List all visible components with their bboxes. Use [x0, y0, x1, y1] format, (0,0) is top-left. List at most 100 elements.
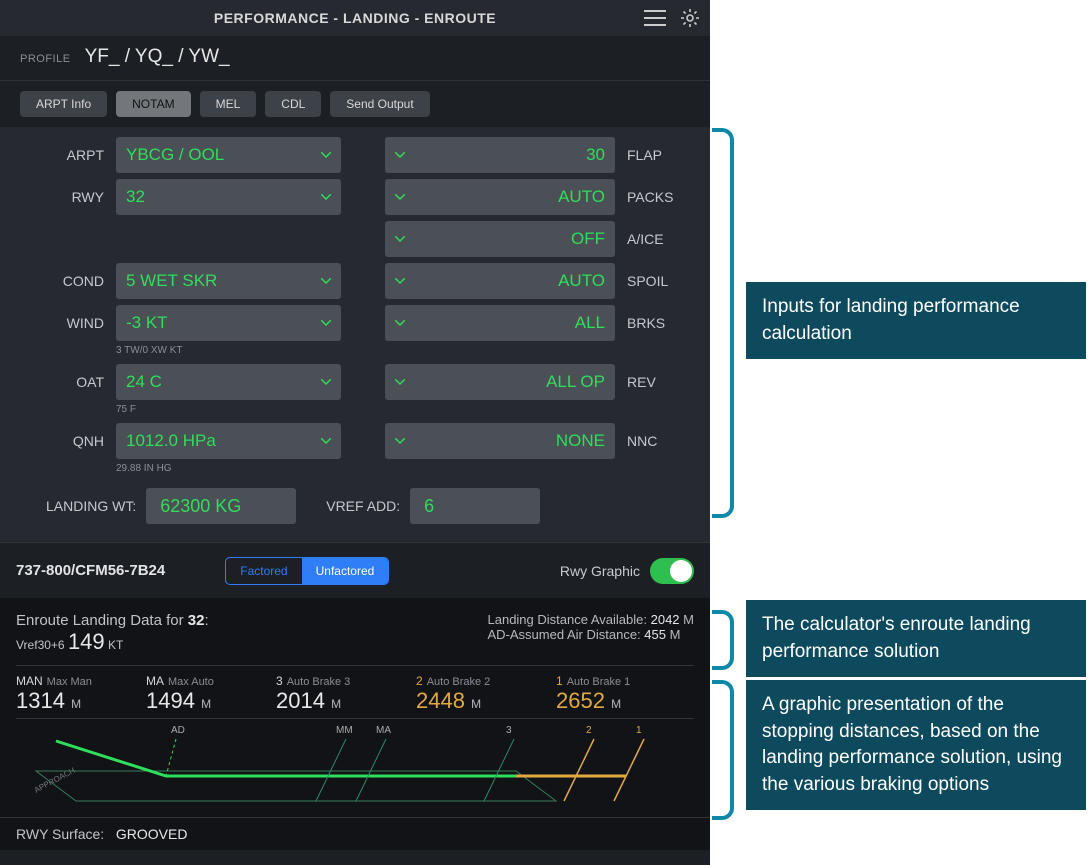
- annotation-inputs: Inputs for landing performance calculati…: [746, 282, 1086, 359]
- rwy-graphic-label: Rwy Graphic: [560, 563, 640, 579]
- tab-mel[interactable]: MEL: [200, 91, 257, 117]
- packs-value: AUTO: [558, 187, 605, 207]
- flap-select[interactable]: 30: [385, 137, 615, 173]
- annotation-graphic: A graphic presentation of the stopping d…: [746, 680, 1086, 810]
- rwy-surface-value: GROOVED: [116, 826, 188, 842]
- profile-value: YF_ / YQ_ / YW_: [85, 46, 230, 68]
- factored-toggle: Factored Unfactored: [225, 557, 389, 585]
- annotation-solution: The calculator's enroute landing perform…: [746, 600, 1086, 677]
- chevron-down-icon: [321, 379, 331, 385]
- chevron-down-icon: [395, 320, 405, 326]
- brace-graphic: [712, 680, 734, 820]
- rwy-surface-label: RWY Surface:: [16, 826, 104, 842]
- unfactored-button[interactable]: Unfactored: [302, 558, 389, 584]
- runway-graphic: AD MM MA 3 2 1 APPROACH: [16, 721, 694, 811]
- profile-label: PROFILE: [20, 53, 71, 65]
- brake-ma: MAMax Auto 1494 M: [146, 674, 266, 714]
- arpt-label: ARPT: [8, 147, 108, 163]
- qnh-select[interactable]: 1012.0 HPa: [116, 423, 341, 459]
- chevron-down-icon: [321, 152, 331, 158]
- rwy-graphic-toggle[interactable]: [650, 558, 694, 584]
- results-panel: Enroute Landing Data for 32: Vref30+6 14…: [0, 598, 710, 817]
- aice-select[interactable]: OFF: [385, 221, 615, 257]
- titlebar: PERFORMANCE - LANDING - ENROUTE: [0, 0, 710, 36]
- arpt-select[interactable]: YBCG / OOL: [116, 137, 341, 173]
- chevron-down-icon: [395, 194, 405, 200]
- rwy-select[interactable]: 32: [116, 179, 341, 215]
- vref-add-value: 6: [424, 496, 434, 517]
- landing-wt-input[interactable]: 62300 KG: [146, 488, 296, 524]
- nnc-value: NONE: [556, 431, 605, 451]
- aircraft-type: 737-800/CFM56-7B24: [16, 562, 165, 579]
- brake-ab1: 1Auto Brake 1 2652 M: [556, 674, 686, 714]
- rev-label: REV: [623, 374, 683, 390]
- wind-select[interactable]: -3 KT: [116, 305, 341, 341]
- brake-ab2: 2Auto Brake 2 2448 M: [416, 674, 546, 714]
- packs-select[interactable]: AUTO: [385, 179, 615, 215]
- titlebar-icons: [644, 0, 700, 36]
- oat-value: 24 C: [126, 372, 162, 392]
- svg-text:3: 3: [506, 725, 512, 736]
- oat-subtext: 75 F: [116, 404, 702, 415]
- oat-label: OAT: [8, 374, 108, 390]
- svg-text:APPROACH: APPROACH: [33, 766, 77, 795]
- vref-add-input[interactable]: 6: [410, 488, 540, 524]
- wind-subtext: 3 TW/0 XW KT: [116, 345, 702, 356]
- vref-add-label: VREF ADD:: [326, 498, 400, 514]
- tab-cdl[interactable]: CDL: [265, 91, 321, 117]
- arpt-value: YBCG / OOL: [126, 145, 224, 165]
- nnc-label: NNC: [623, 433, 683, 449]
- results-title: Enroute Landing Data for 32:: [16, 612, 209, 629]
- rev-value: ALL OP: [546, 372, 605, 392]
- brace-solution: [712, 610, 734, 670]
- landing-wt-label: LANDING WT:: [46, 498, 136, 514]
- rev-select[interactable]: ALL OP: [385, 364, 615, 400]
- rwy-label: RWY: [8, 189, 108, 205]
- cond-select[interactable]: 5 WET SKR: [116, 263, 341, 299]
- rwy-surface-row: RWY Surface: GROOVED: [0, 817, 710, 850]
- chevron-down-icon: [321, 320, 331, 326]
- chevron-down-icon: [321, 194, 331, 200]
- chevron-down-icon: [321, 438, 331, 444]
- aice-label: A/ICE: [623, 231, 683, 247]
- spoil-label: SPOIL: [623, 273, 683, 289]
- wind-label: WIND: [8, 315, 108, 331]
- lda-readout: Landing Distance Available: 2042 M: [488, 612, 695, 627]
- chevron-down-icon: [395, 278, 405, 284]
- gear-icon[interactable]: [680, 8, 700, 28]
- tab-arpt-info[interactable]: ARPT Info: [20, 91, 107, 117]
- flap-value: 30: [586, 145, 605, 165]
- qnh-subtext: 29.88 IN HG: [116, 463, 702, 474]
- landing-wt-value: 62300 KG: [160, 496, 241, 517]
- brks-select[interactable]: ALL: [385, 305, 615, 341]
- qnh-value: 1012.0 HPa: [126, 431, 216, 451]
- menu-icon[interactable]: [644, 10, 666, 26]
- svg-text:AD: AD: [171, 725, 185, 736]
- svg-text:2: 2: [586, 725, 592, 736]
- svg-text:MM: MM: [336, 725, 353, 736]
- tab-send-output[interactable]: Send Output: [330, 91, 429, 117]
- wind-value: -3 KT: [126, 313, 168, 333]
- flap-label: FLAP: [623, 147, 683, 163]
- app-panel: PERFORMANCE - LANDING - ENROUTE PROFILE …: [0, 0, 710, 865]
- factored-button[interactable]: Factored: [226, 558, 301, 584]
- brks-value: ALL: [575, 313, 605, 333]
- midbar: 737-800/CFM56-7B24 Factored Unfactored R…: [0, 542, 710, 598]
- chevron-down-icon: [395, 379, 405, 385]
- tab-notam[interactable]: NOTAM: [116, 91, 190, 117]
- spoil-select[interactable]: AUTO: [385, 263, 615, 299]
- brake-distances: MANMax Man 1314 M MAMax Auto 1494 M 3Aut…: [16, 666, 694, 719]
- oat-select[interactable]: 24 C: [116, 364, 341, 400]
- spoil-value: AUTO: [558, 271, 605, 291]
- packs-label: PACKS: [623, 189, 683, 205]
- brake-man: MANMax Man 1314 M: [16, 674, 136, 714]
- ad-readout: AD-Assumed Air Distance: 455 M: [488, 627, 695, 642]
- cond-value: 5 WET SKR: [126, 271, 217, 291]
- input-form: ARPT YBCG / OOL 30 FLAP RWY 32 AUTO: [0, 127, 710, 542]
- qnh-label: QNH: [8, 433, 108, 449]
- nnc-select[interactable]: NONE: [385, 423, 615, 459]
- svg-text:1: 1: [636, 725, 642, 736]
- tab-bar: ARPT Info NOTAM MEL CDL Send Output: [0, 81, 710, 127]
- chevron-down-icon: [395, 152, 405, 158]
- page-title: PERFORMANCE - LANDING - ENROUTE: [214, 10, 496, 26]
